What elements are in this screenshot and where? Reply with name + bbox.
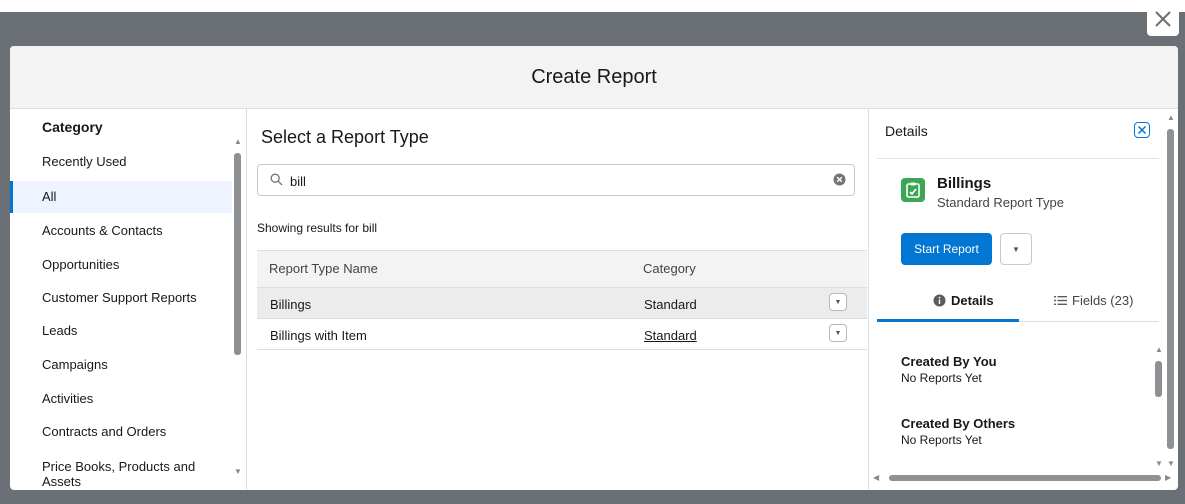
created-by-you-title: Created By You xyxy=(901,354,997,369)
panel-scroll-up-arrow-icon[interactable]: ▲ xyxy=(1167,113,1175,122)
report-type-subtitle: Standard Report Type xyxy=(937,195,1064,210)
row-category-link[interactable]: Standard xyxy=(644,328,697,343)
created-by-others-title: Created By Others xyxy=(901,416,1016,431)
details-heading: Details xyxy=(885,123,928,139)
chevron-down-icon: ▼ xyxy=(834,298,842,306)
scroll-left-arrow-icon[interactable]: ◀ xyxy=(873,473,879,482)
active-tab-indicator xyxy=(877,319,1019,322)
created-by-others-value: No Reports Yet xyxy=(901,433,982,447)
results-note: Showing results for bill xyxy=(257,221,378,235)
created-by-you-value: No Reports Yet xyxy=(901,371,982,385)
report-type-icon xyxy=(901,178,925,202)
details-inner-scrollbar-thumb[interactable] xyxy=(1155,361,1162,397)
report-type-panel: Select a Report Type Showing results for… xyxy=(247,109,867,490)
row-category: Standard xyxy=(644,297,697,312)
search-input[interactable] xyxy=(288,171,832,191)
category-item-activities[interactable]: Activities xyxy=(10,383,232,415)
create-report-modal: Create Report Category Recently Used All… xyxy=(10,46,1178,490)
search-box[interactable] xyxy=(257,164,855,196)
column-header-name[interactable]: Report Type Name xyxy=(269,261,378,276)
category-item-all[interactable]: All xyxy=(10,181,232,213)
category-item-recently-used[interactable]: Recently Used xyxy=(10,146,232,178)
category-heading: Category xyxy=(42,119,103,135)
scroll-down-arrow-icon[interactable]: ▼ xyxy=(234,467,242,476)
tab-fields-label: Fields (23) xyxy=(1072,293,1134,308)
modal-title: Create Report xyxy=(531,65,657,88)
start-report-button[interactable]: Start Report xyxy=(901,233,992,265)
chevron-down-icon: ▼ xyxy=(834,329,842,337)
top-strip xyxy=(0,0,1185,12)
panel-scroll-down-arrow-icon[interactable]: ▼ xyxy=(1167,459,1175,468)
row-name[interactable]: Billings with Item xyxy=(270,328,367,343)
details-panel-scrollbar-thumb[interactable] xyxy=(1167,129,1174,449)
scroll-up-arrow-icon[interactable]: ▲ xyxy=(234,137,242,146)
tab-details[interactable]: Details xyxy=(933,293,994,308)
row-name[interactable]: Billings xyxy=(270,297,311,312)
details-scroll-up-arrow-icon[interactable]: ▲ xyxy=(1155,345,1163,354)
category-item-customer-support[interactable]: Customer Support Reports xyxy=(10,282,232,314)
divider xyxy=(877,158,1159,159)
info-icon xyxy=(933,294,946,307)
category-item-accounts-contacts[interactable]: Accounts & Contacts xyxy=(10,215,232,247)
report-type-name: Billings xyxy=(937,175,992,192)
category-item-price-books[interactable]: Price Books, Products and Assets xyxy=(10,449,210,489)
details-panel: Details Billings Standard Report Type St… xyxy=(868,109,1178,490)
close-icon xyxy=(1137,125,1147,135)
table-header: Report Type Name Category xyxy=(257,250,867,288)
category-scrollbar-thumb[interactable] xyxy=(234,153,241,355)
category-panel: Category Recently Used All Accounts & Co… xyxy=(10,109,247,490)
clear-search-icon[interactable] xyxy=(833,173,846,191)
table-row[interactable]: Billings with Item Standard ▼ xyxy=(257,319,867,350)
column-header-category[interactable]: Category xyxy=(643,261,696,276)
tab-details-label: Details xyxy=(951,293,994,308)
category-item-contracts-orders[interactable]: Contracts and Orders xyxy=(10,416,232,448)
table-row[interactable]: Billings Standard ▼ xyxy=(257,288,867,319)
chevron-down-icon: ▼ xyxy=(1012,244,1020,254)
close-details-button[interactable] xyxy=(1134,122,1150,138)
start-report-menu-button[interactable]: ▼ xyxy=(1000,233,1032,265)
search-icon xyxy=(270,173,283,191)
row-menu-button[interactable]: ▼ xyxy=(829,293,847,311)
tab-fields[interactable]: Fields (23) xyxy=(1054,293,1133,308)
report-type-table: Report Type Name Category Billings Stand… xyxy=(257,250,867,350)
category-item-leads[interactable]: Leads xyxy=(10,315,232,347)
close-modal-button[interactable] xyxy=(1147,2,1179,36)
details-horizontal-scrollbar-thumb[interactable] xyxy=(889,475,1161,481)
close-icon xyxy=(1155,11,1171,27)
row-menu-button[interactable]: ▼ xyxy=(829,324,847,342)
category-item-opportunities[interactable]: Opportunities xyxy=(10,249,232,281)
details-scroll-down-arrow-icon[interactable]: ▼ xyxy=(1155,459,1163,468)
list-icon xyxy=(1054,296,1067,305)
modal-header: Create Report xyxy=(10,46,1178,109)
category-item-campaigns[interactable]: Campaigns xyxy=(10,349,232,381)
panel-title: Select a Report Type xyxy=(261,127,429,147)
scroll-right-arrow-icon[interactable]: ▶ xyxy=(1165,473,1171,482)
